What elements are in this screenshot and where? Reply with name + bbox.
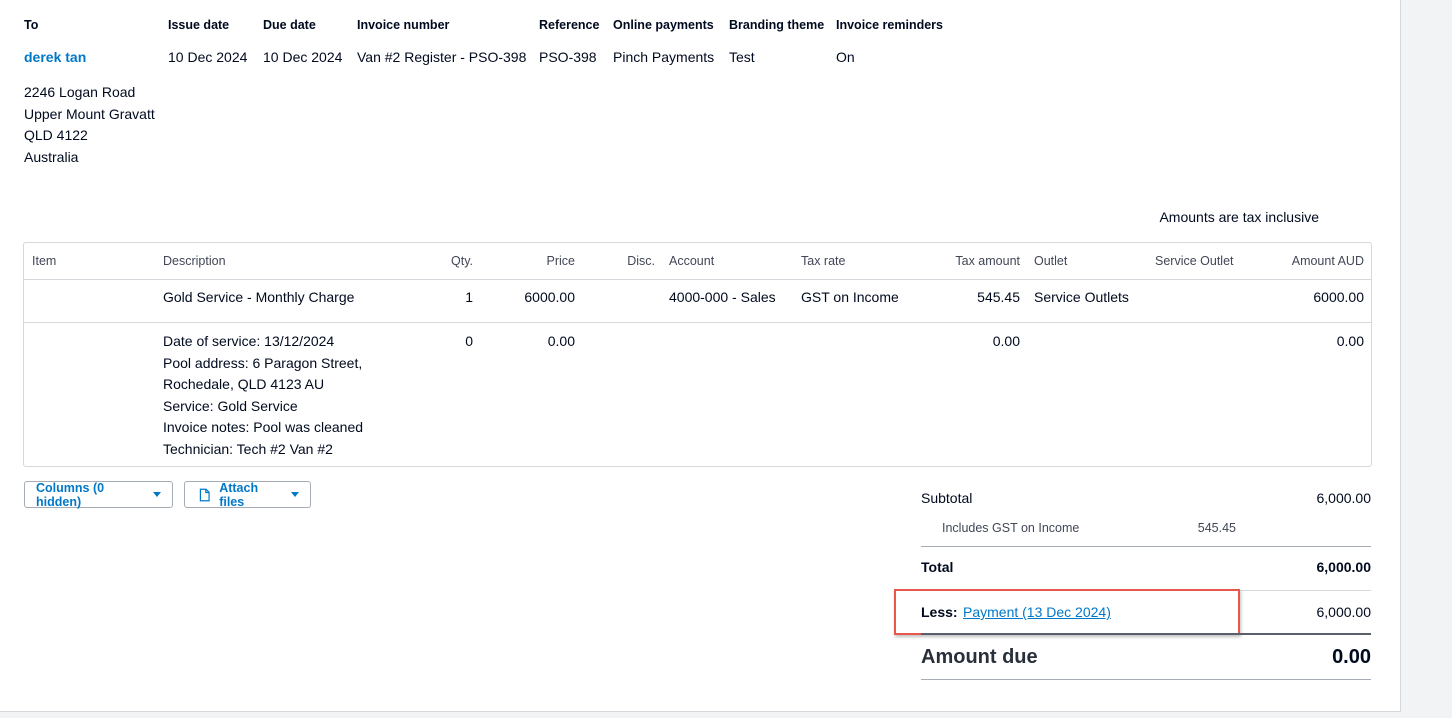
subtotal-label: Subtotal <box>921 490 973 506</box>
column-header-tax-amount: Tax amount <box>955 254 1020 268</box>
issue-date-value: 10 Dec 2024 <box>168 49 248 65</box>
gst-label: Includes GST on Income <box>942 521 1080 535</box>
columns-button[interactable]: Columns (0 hidden) <box>24 480 173 509</box>
row-account: 4000-000 - Sales <box>669 289 776 305</box>
caret-down-icon <box>153 492 161 497</box>
row-description: Gold Service - Monthly Charge <box>163 289 355 305</box>
row-tax-rate: GST on Income <box>801 289 899 305</box>
column-header-price: Price <box>546 254 575 268</box>
column-header-outlet: Outlet <box>1034 254 1068 268</box>
table-row[interactable]: Date of service: 13/12/2024 Pool address… <box>24 323 1371 465</box>
totals-divider <box>921 633 1371 635</box>
online-payments-label: Online payments <box>613 18 714 32</box>
line-items-table: Item Description Qty. Price Disc. Accoun… <box>23 242 1372 467</box>
column-header-amount: Amount AUD <box>1291 254 1364 268</box>
row-price: 6000.00 <box>524 289 575 305</box>
document-icon <box>199 488 210 501</box>
total-value: 6,000.00 <box>1316 559 1372 575</box>
column-header-disc: Disc. <box>627 254 655 268</box>
column-header-description: Description <box>163 254 226 268</box>
row-amount: 0.00 <box>1336 333 1364 349</box>
gst-value: 545.45 <box>1197 521 1236 535</box>
row-qty: 1 <box>465 289 473 305</box>
row-outlet: Service Outlets <box>1034 289 1129 305</box>
subtotal-value: 6,000.00 <box>1316 490 1372 506</box>
description-line: Invoice notes: Pool was cleaned <box>163 419 364 436</box>
reference-value: PSO-398 <box>539 49 597 65</box>
online-payments-value: Pinch Payments <box>613 49 715 65</box>
description-line: Date of service: 13/12/2024 <box>163 333 335 349</box>
invoice-number-value: Van #2 Register - PSO-398 <box>357 49 527 65</box>
address-line: QLD 4122 <box>24 127 88 143</box>
description-line: Technician: Tech #2 Van #2 <box>163 440 333 457</box>
row-price: 0.00 <box>547 333 575 349</box>
branding-theme-value: Test <box>729 49 755 65</box>
totals-divider <box>921 546 1371 547</box>
address-line: Australia <box>24 148 79 165</box>
row-description: Date of service: 13/12/2024 Pool address… <box>163 331 363 461</box>
tax-inclusive-note: Amounts are tax inclusive <box>1159 209 1319 225</box>
attach-files-label: Attach files <box>219 480 259 509</box>
column-header-qty: Qty. <box>451 254 473 268</box>
to-label: To <box>24 18 39 32</box>
contact-link[interactable]: derek tan <box>24 49 86 65</box>
invoice-reminders-label: Invoice reminders <box>836 18 943 32</box>
table-row[interactable]: Gold Service - Monthly Charge 1 6000.00 … <box>24 280 1371 322</box>
description-line: Rochedale, QLD 4123 AU <box>163 376 325 393</box>
description-line: Pool address: 6 Paragon Street, <box>163 354 363 371</box>
payment-amount: 6,000.00 <box>1316 604 1372 620</box>
amount-due-label: Amount due <box>921 646 1038 668</box>
column-header-item: Item <box>32 254 57 268</box>
row-amount: 6000.00 <box>1313 289 1364 305</box>
row-tax-amount: 545.45 <box>977 289 1020 305</box>
invoice-number-label: Invoice number <box>357 18 450 32</box>
invoice-reminders-value: On <box>836 49 855 65</box>
column-header-service-outlet: Service Outlet <box>1155 254 1234 268</box>
row-tax-amount: 0.00 <box>992 333 1020 349</box>
description-line: Service: Gold Service <box>163 397 298 414</box>
due-date-value: 10 Dec 2024 <box>263 49 343 65</box>
address-line: Upper Mount Gravatt <box>24 105 155 122</box>
attach-files-button[interactable]: Attach files <box>184 480 311 509</box>
amount-due-value: 0.00 <box>1332 646 1371 668</box>
row-qty: 0 <box>465 333 473 349</box>
column-header-tax-rate: Tax rate <box>801 254 846 268</box>
issue-date-label: Issue date <box>168 18 230 32</box>
payment-highlight-box <box>894 589 1240 635</box>
address-line: 2246 Logan Road <box>24 84 136 100</box>
branding-theme-label: Branding theme <box>729 18 825 32</box>
invoice-panel: To Issue date Due date Invoice number Re… <box>0 0 1401 712</box>
columns-button-label: Columns (0 hidden) <box>36 480 105 509</box>
due-date-label: Due date <box>263 18 316 32</box>
totals-divider <box>921 679 1371 680</box>
contact-address: 2246 Logan Road Upper Mount Gravatt QLD … <box>24 82 155 168</box>
total-label: Total <box>921 559 954 575</box>
caret-down-icon <box>291 492 299 497</box>
column-header-account: Account <box>669 254 715 268</box>
reference-label: Reference <box>539 18 600 32</box>
